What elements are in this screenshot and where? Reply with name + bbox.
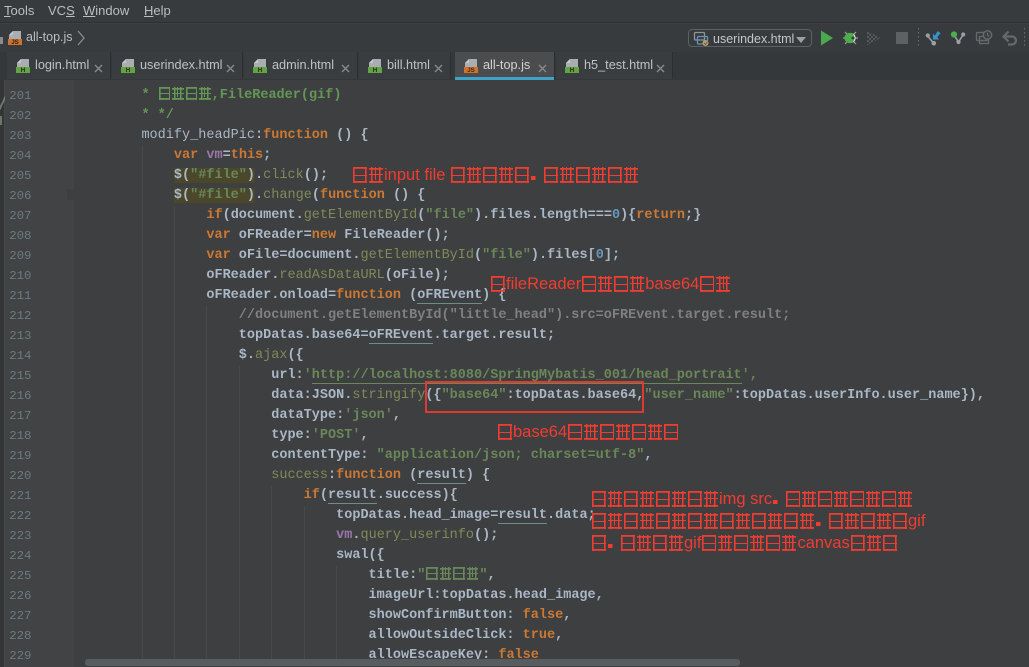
svg-text:H: H	[126, 67, 131, 74]
svg-text:H: H	[570, 67, 575, 74]
svg-text:H: H	[258, 67, 263, 74]
svg-text:H: H	[373, 67, 378, 74]
svg-text:JS: JS	[467, 67, 475, 74]
svg-text:H: H	[21, 67, 26, 74]
svg-text:JS: JS	[11, 39, 19, 46]
